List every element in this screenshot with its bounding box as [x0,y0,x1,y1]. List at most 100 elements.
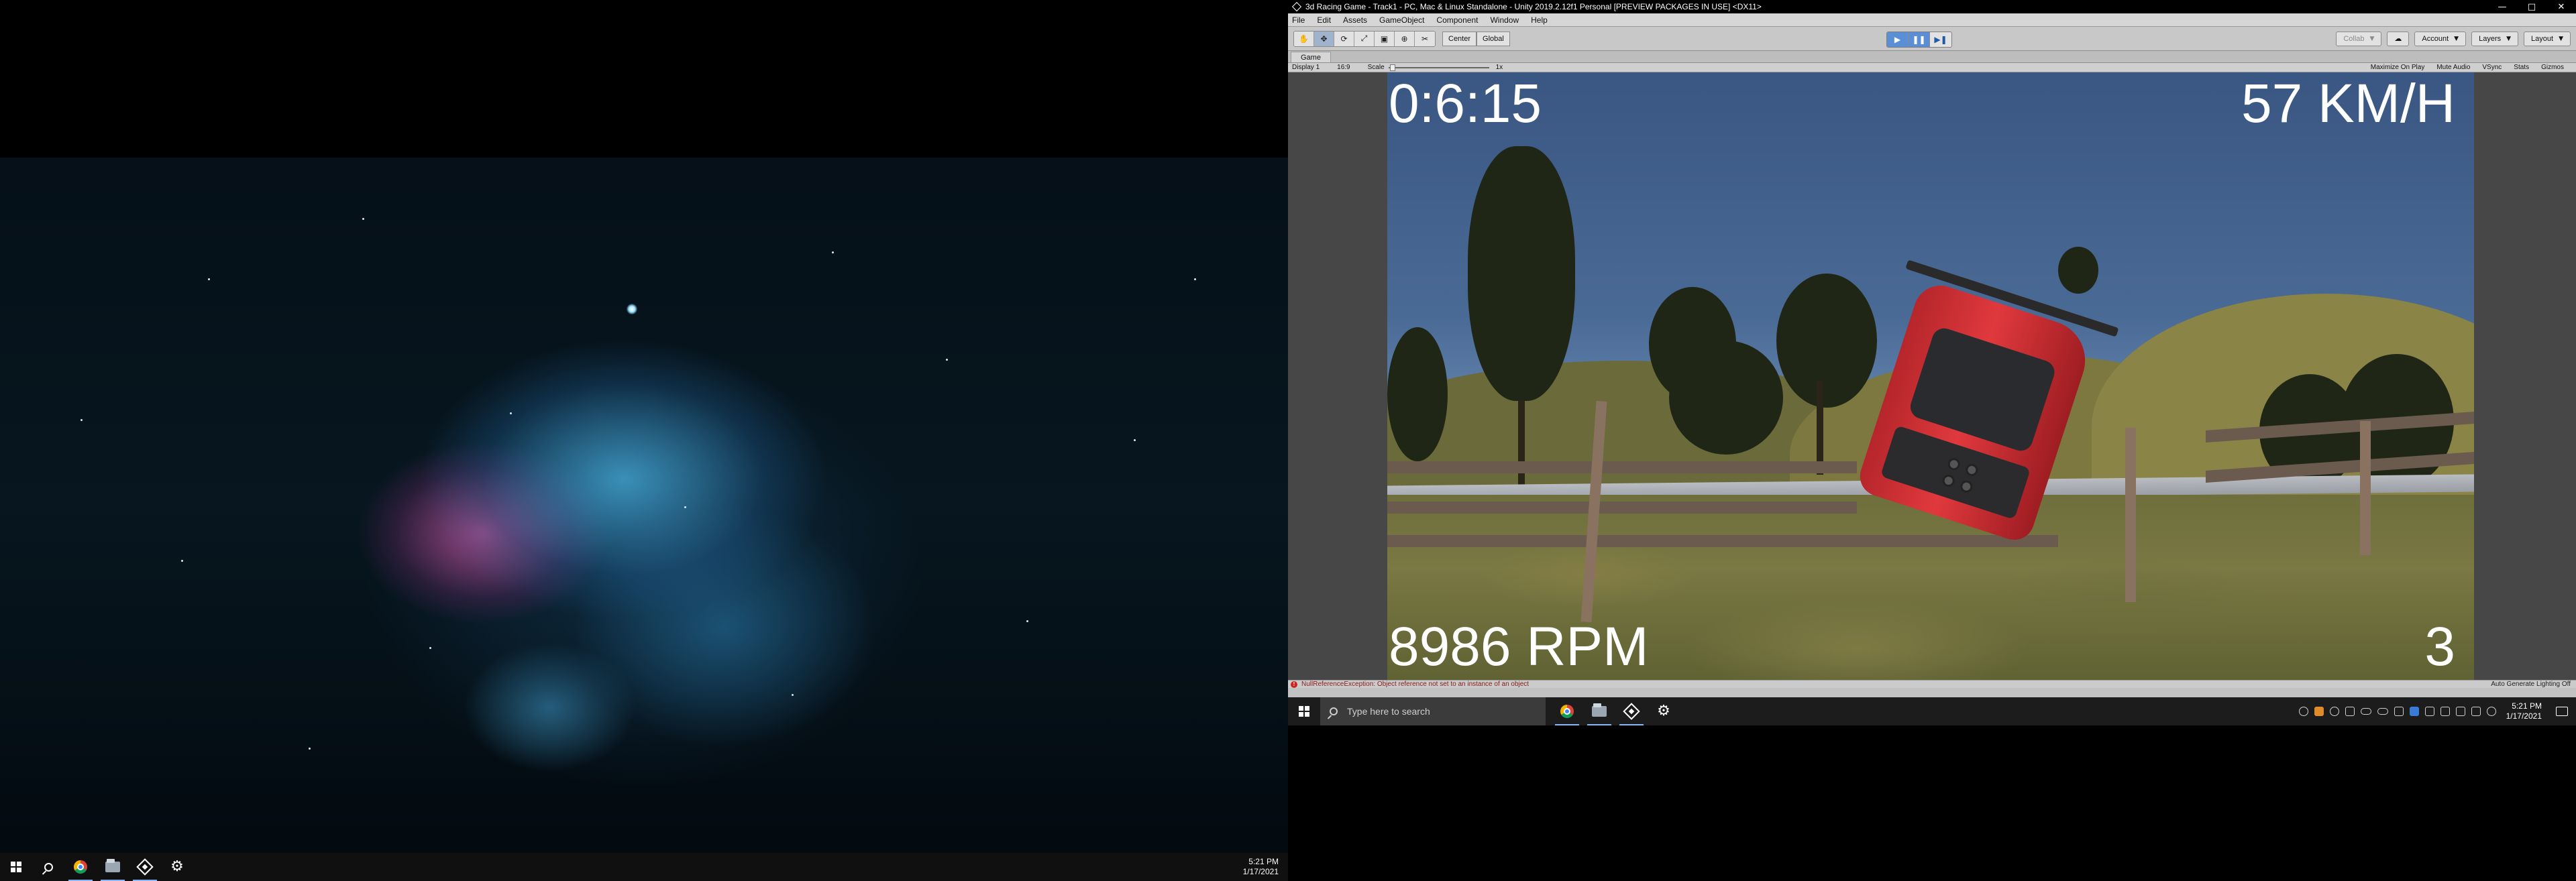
custom-tool-icon[interactable]: ✂ [1415,31,1435,46]
display-icon[interactable] [2455,707,2465,716]
maximize-button[interactable]: □ [2517,2,2546,12]
left-clock-time: 5:21 PM [1248,857,1279,866]
account-dropdown[interactable]: Account ▼ [2414,31,2467,46]
space-global-toggle[interactable]: Global [1477,31,1510,46]
app-tray-icon[interactable] [2314,707,2324,716]
pause-button[interactable]: ❚❚ [1909,32,1930,47]
wifi-icon[interactable] [2471,707,2481,716]
desktop: ⚙ 5:21 PM 1/17/2021 3d Racing Game - Tra… [0,0,2576,881]
rotate-tool-icon[interactable]: ⟳ [1334,31,1354,46]
taskbar-file-explorer[interactable] [97,853,129,881]
star [510,412,512,414]
stats-toggle[interactable]: Stats [2514,64,2529,71]
taskbar-file-explorer[interactable] [1583,697,1615,725]
tab-game[interactable]: Game [1291,52,1331,62]
chevron-up-icon[interactable] [2345,707,2355,716]
tree-trunk [1817,381,1823,475]
bright-star [627,304,637,314]
account-label: Account [2422,34,2449,43]
star [80,419,83,421]
menu-window[interactable]: Window [1490,15,1519,25]
notification-center-icon[interactable] [2556,707,2568,716]
game-view-controls: Display 1 16:9 Scale 1x Maximize On Play… [1288,63,2576,72]
right-clock-date: 1/17/2021 [2506,711,2542,721]
app-tray-icon[interactable] [2424,707,2434,716]
toolbar-right: Collab ▼ ☁ Account ▼ Layers ▼ Layout ▼ [2336,31,2571,46]
menu-file[interactable]: File [1292,15,1305,25]
file-explorer-icon [105,859,120,872]
aspect-dropdown[interactable]: 16:9 [1337,64,1350,71]
pivot-center-toggle[interactable]: Center [1442,31,1477,46]
chrome-icon [1560,705,1574,718]
layout-dropdown[interactable]: Layout ▼ [2524,31,2571,46]
game-view: 0:6:15 57 KM/H 8986 RPM 3 [1288,72,2576,680]
console-error-message[interactable]: NullReferenceException: Object reference… [1301,681,1529,688]
fence-rail [1387,502,1857,514]
transform-tool-icon[interactable]: ⊕ [1395,31,1415,46]
gizmos-dropdown[interactable]: Gizmos [2541,64,2564,71]
volume-icon[interactable] [2486,707,2496,716]
maximize-on-play-toggle[interactable]: Maximize On Play [2371,64,2425,71]
network-share-icon[interactable] [2298,707,2308,716]
scale-slider-handle[interactable] [1389,64,1395,71]
star [429,647,431,649]
menu-assets[interactable]: Assets [1343,15,1367,25]
taskbar-chrome[interactable] [1551,697,1583,725]
rect-tool-icon[interactable]: ▣ [1375,31,1395,46]
minimize-button[interactable]: — [2487,2,2517,12]
app-tray-icon[interactable] [2409,707,2419,716]
play-button[interactable]: ▶ [1887,32,1909,47]
onedrive-cloud-icon[interactable] [2360,708,2371,715]
taskbar-unity[interactable] [129,853,161,881]
search-button[interactable] [32,853,64,881]
star [309,748,311,750]
scale-tool-icon[interactable]: ⤢ [1354,31,1375,46]
hud-lap-time: 0:6:15 [1389,73,1542,134]
unity-logo-icon [1291,1,1302,12]
collab-label: Collab [2343,34,2365,43]
menu-gameobject[interactable]: GameObject [1379,15,1424,25]
taskbar-chrome[interactable] [64,853,97,881]
layers-dropdown[interactable]: Layers ▼ [2471,31,2519,46]
taskbar-settings[interactable]: ⚙ [1648,697,1680,725]
display-dropdown[interactable]: Display 1 [1292,64,1320,71]
star [1026,620,1028,622]
tree-crown [1387,327,1448,461]
scale-value: 1x [1495,64,1503,71]
tree-crown [1669,341,1783,455]
right-clock[interactable]: 5:21 PM 1/17/2021 [2506,701,2542,721]
transform-tools: ✋ ✥ ⟳ ⤢ ▣ ⊕ ✂ [1293,30,1436,47]
hud-rpm: 8986 RPM [1389,616,1649,677]
chevron-down-icon: ▼ [2559,35,2563,42]
menu-component[interactable]: Component [1436,15,1478,25]
menu-edit[interactable]: Edit [1317,15,1331,25]
taskbar-settings[interactable]: ⚙ [161,853,193,881]
app-tray-icon[interactable] [2394,707,2404,716]
collab-dropdown[interactable]: Collab ▼ [2336,31,2382,46]
vsync-toggle[interactable]: VSync [2482,64,2502,71]
console-status-bar[interactable]: ! NullReferenceException: Object referen… [1288,680,2576,688]
start-button[interactable] [1288,697,1320,725]
system-tray: 5:21 PM 1/17/2021 [2298,701,2568,721]
hand-tool-icon[interactable]: ✋ [1294,31,1314,46]
taskbar-search-box[interactable]: Type here to search [1320,697,1546,725]
unity-icon [1623,703,1640,720]
cloud-button[interactable]: ☁ [2387,31,2410,46]
star [832,251,834,253]
taskbar-unity[interactable] [1615,697,1648,725]
scale-slider[interactable] [1388,64,1489,71]
close-button[interactable]: ✕ [2546,2,2576,12]
left-clock[interactable]: 5:21 PM 1/17/2021 [1243,857,1279,877]
menu-help[interactable]: Help [1531,15,1548,25]
start-button[interactable] [0,853,32,881]
windows-start-icon [11,862,21,872]
game-viewport[interactable]: 0:6:15 57 KM/H 8986 RPM 3 [1387,72,2474,680]
cloud-icon[interactable] [2377,708,2388,715]
step-button[interactable]: ▶❚ [1930,32,1951,47]
move-tool-icon[interactable]: ✥ [1314,31,1334,46]
mute-audio-toggle[interactable]: Mute Audio [2436,64,2470,71]
sync-icon[interactable] [2329,707,2339,716]
monitor-icon[interactable] [2440,707,2450,716]
lighting-status: Auto Generate Lighting Off [2491,681,2571,688]
tree-crown [1468,146,1575,401]
